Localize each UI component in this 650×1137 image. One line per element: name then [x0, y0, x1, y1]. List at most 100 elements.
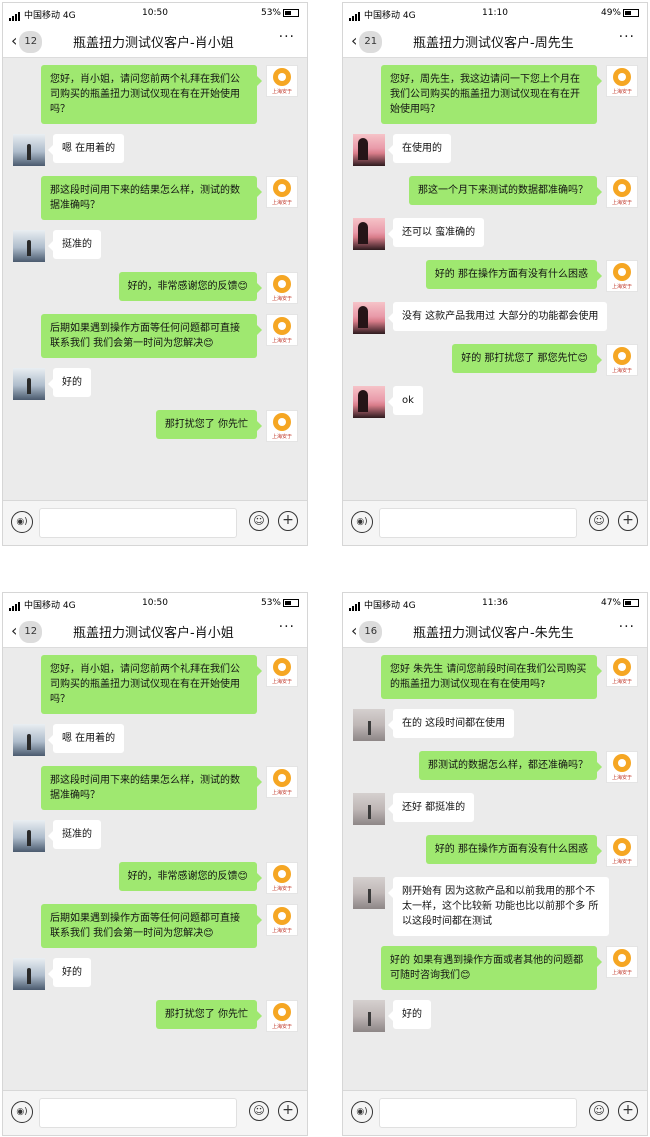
message-list[interactable]: 上海安于 您好，肖小姐，请问您前两个礼拜在我们公司购买的瓶盖扭力测试仪现在有在开始…	[3, 655, 307, 1042]
received-message-bubble[interactable]: 在使用的	[388, 134, 451, 163]
received-message-bubble[interactable]: 挺准的	[48, 820, 101, 849]
sent-message-bubble[interactable]: 好的 那在操作方面有没有什么困惑	[425, 835, 603, 864]
voice-icon: ◉)	[16, 517, 28, 527]
sent-message-bubble[interactable]: 那这一个月下来测试的数据都准确吗？	[409, 176, 602, 205]
customer-avatar[interactable]	[353, 218, 385, 250]
sent-message-bubble[interactable]: 您好，肖小姐，请问您前两个礼拜在我们公司购买的瓶盖扭力测试仪现在有在开始使用吗？	[41, 65, 262, 124]
back-button[interactable]: ‹ 16	[351, 621, 383, 643]
more-button[interactable]: +	[278, 511, 298, 531]
message-row: 挺准的	[3, 230, 307, 262]
sent-message-bubble[interactable]: 那这段时间用下来的结果怎么样，测试的数据准确吗？	[41, 176, 262, 220]
sent-message-bubble[interactable]: 您好 朱先生 请问您前段时间在我们公司购买的瓶盖扭力测试仪现在有在使用吗?	[381, 655, 602, 699]
sender-avatar[interactable]: 上海安于	[606, 835, 638, 867]
message-list[interactable]: 上海安于 您好，周先生，我这边请问一下您上个月在我们公司购买的瓶盖扭力测试仪现在有…	[343, 65, 647, 428]
emoji-button[interactable]: ☺	[249, 511, 269, 531]
sent-message-bubble[interactable]: 好的，非常感谢您的反馈😊	[118, 862, 263, 891]
back-button[interactable]: ‹ 12	[11, 621, 43, 643]
sender-avatar[interactable]: 上海安于	[266, 655, 298, 687]
sender-avatar[interactable]: 上海安于	[606, 751, 638, 783]
received-message-bubble[interactable]: 嗯 在用着的	[47, 134, 125, 163]
chat-title: 瓶盖扭力测试仪客户-朱先生	[413, 626, 574, 641]
sent-message-bubble[interactable]: 那打扰您了 你先忙	[155, 410, 263, 439]
sender-avatar[interactable]: 上海安于	[606, 946, 638, 978]
sent-message-bubble[interactable]: 您好，肖小姐，请问您前两个礼拜在我们公司购买的瓶盖扭力测试仪现在有在开始使用吗？	[41, 655, 262, 714]
sender-avatar[interactable]: 上海安于	[266, 766, 298, 798]
sender-avatar[interactable]: 上海安于	[266, 314, 298, 346]
message-input[interactable]	[379, 508, 577, 538]
received-message-bubble[interactable]: 嗯 在用着的	[47, 724, 125, 753]
received-message-bubble[interactable]: ok	[388, 386, 423, 415]
sender-avatar[interactable]: 上海安于	[266, 904, 298, 936]
more-options-button[interactable]: ···	[619, 29, 635, 45]
back-button[interactable]: ‹ 12	[11, 31, 43, 53]
sent-message-bubble[interactable]: 好的 那打扰您了 那您先忙😊	[452, 344, 602, 373]
received-message-bubble[interactable]: 好的	[48, 958, 91, 987]
message-input[interactable]	[379, 1098, 577, 1128]
sender-avatar[interactable]: 上海安于	[266, 272, 298, 304]
received-message-bubble[interactable]: 还好 都挺准的	[387, 793, 475, 822]
emoji-button[interactable]: ☺	[589, 511, 609, 531]
message-list[interactable]: 上海安于 您好，肖小姐，请问您前两个礼拜在我们公司购买的瓶盖扭力测试仪现在有在开始…	[3, 65, 307, 452]
received-message-bubble[interactable]: 挺准的	[48, 230, 101, 259]
sender-avatar[interactable]: 上海安于	[606, 65, 638, 97]
message-input[interactable]	[39, 508, 237, 538]
customer-avatar[interactable]	[13, 958, 45, 990]
sent-message-bubble[interactable]: 那测试的数据怎么样，都还准确吗？	[419, 751, 602, 780]
more-options-button[interactable]: ···	[279, 619, 295, 635]
sent-message-bubble[interactable]: 那这段时间用下来的结果怎么样，测试的数据准确吗？	[41, 766, 262, 810]
message-row: 上海安于 好的 那打扰您了 那您先忙😊	[343, 344, 647, 376]
sender-avatar[interactable]: 上海安于	[266, 1000, 298, 1032]
voice-button[interactable]: ◉)	[351, 511, 373, 533]
customer-avatar[interactable]	[13, 368, 45, 400]
customer-avatar[interactable]	[353, 134, 385, 166]
sent-message-bubble[interactable]: 好的 如果有遇到操作方面或者其他的问题都可随时咨询我们😊	[381, 946, 602, 990]
chat-screen: 中国移动 4G 11:10 49% ‹ 21 瓶盖扭力测试仪客户-周先生 ··· …	[342, 2, 648, 546]
more-button[interactable]: +	[278, 1101, 298, 1121]
customer-avatar[interactable]	[13, 724, 45, 756]
sender-avatar[interactable]: 上海安于	[606, 176, 638, 208]
received-message-bubble[interactable]: 好的	[48, 368, 91, 397]
customer-avatar[interactable]	[353, 386, 385, 418]
sender-avatar[interactable]: 上海安于	[606, 344, 638, 376]
customer-avatar[interactable]	[353, 1000, 385, 1032]
received-message-bubble[interactable]: 刚开始有 因为这款产品和以前我用的那个不太一样，这个比较新 功能也比以前那个多 …	[388, 877, 609, 936]
sent-message-bubble[interactable]: 后期如果遇到操作方面等任何问题都可直接联系我们 我们会第一时间为您解决😊	[41, 314, 262, 358]
received-message-bubble[interactable]: 没有 这款产品我用过 大部分的功能都会使用	[387, 302, 608, 331]
voice-button[interactable]: ◉)	[11, 1101, 33, 1123]
voice-button[interactable]: ◉)	[11, 511, 33, 533]
chat-title: 瓶盖扭力测试仪客户-肖小姐	[73, 626, 234, 641]
more-button[interactable]: +	[618, 1101, 638, 1121]
message-row: 上海安于 好的 那在操作方面有没有什么困惑	[343, 835, 647, 867]
emoji-button[interactable]: ☺	[589, 1101, 609, 1121]
received-message-bubble[interactable]: 还可以 蛮准确的	[387, 218, 485, 247]
sender-avatar[interactable]: 上海安于	[606, 655, 638, 687]
more-options-button[interactable]: ···	[619, 619, 635, 635]
received-message-bubble[interactable]: 好的	[388, 1000, 431, 1029]
message-row: 上海安于 您好 朱先生 请问您前段时间在我们公司购买的瓶盖扭力测试仪现在有在使用吗…	[343, 655, 647, 699]
received-message-bubble[interactable]: 在的 这段时间都在使用	[387, 709, 515, 738]
sent-message-bubble[interactable]: 后期如果遇到操作方面等任何问题都可直接联系我们 我们会第一时间为您解决😊	[41, 904, 262, 948]
sent-message-bubble[interactable]: 您好，周先生，我这边请问一下您上个月在我们公司购买的瓶盖扭力测试仪现在有在开始使…	[381, 65, 602, 124]
customer-avatar[interactable]	[353, 709, 385, 741]
sender-avatar[interactable]: 上海安于	[266, 65, 298, 97]
sender-avatar[interactable]: 上海安于	[266, 862, 298, 894]
back-button[interactable]: ‹ 21	[351, 31, 383, 53]
more-options-button[interactable]: ···	[279, 29, 295, 45]
customer-avatar[interactable]	[353, 877, 385, 909]
more-button[interactable]: +	[618, 511, 638, 531]
customer-avatar[interactable]	[353, 302, 385, 334]
customer-avatar[interactable]	[353, 793, 385, 825]
sender-avatar[interactable]: 上海安于	[266, 176, 298, 208]
voice-button[interactable]: ◉)	[351, 1101, 373, 1123]
customer-avatar[interactable]	[13, 820, 45, 852]
message-input[interactable]	[39, 1098, 237, 1128]
sent-message-bubble[interactable]: 好的 那在操作方面有没有什么困惑	[425, 260, 603, 289]
customer-avatar[interactable]	[13, 230, 45, 262]
customer-avatar[interactable]	[13, 134, 45, 166]
sent-message-bubble[interactable]: 那打扰您了 你先忙	[155, 1000, 263, 1029]
sent-message-bubble[interactable]: 好的，非常感谢您的反馈😊	[118, 272, 263, 301]
message-list[interactable]: 上海安于 您好 朱先生 请问您前段时间在我们公司购买的瓶盖扭力测试仪现在有在使用吗…	[343, 655, 647, 1042]
emoji-button[interactable]: ☺	[249, 1101, 269, 1121]
sender-avatar[interactable]: 上海安于	[266, 410, 298, 442]
sender-avatar[interactable]: 上海安于	[606, 260, 638, 292]
